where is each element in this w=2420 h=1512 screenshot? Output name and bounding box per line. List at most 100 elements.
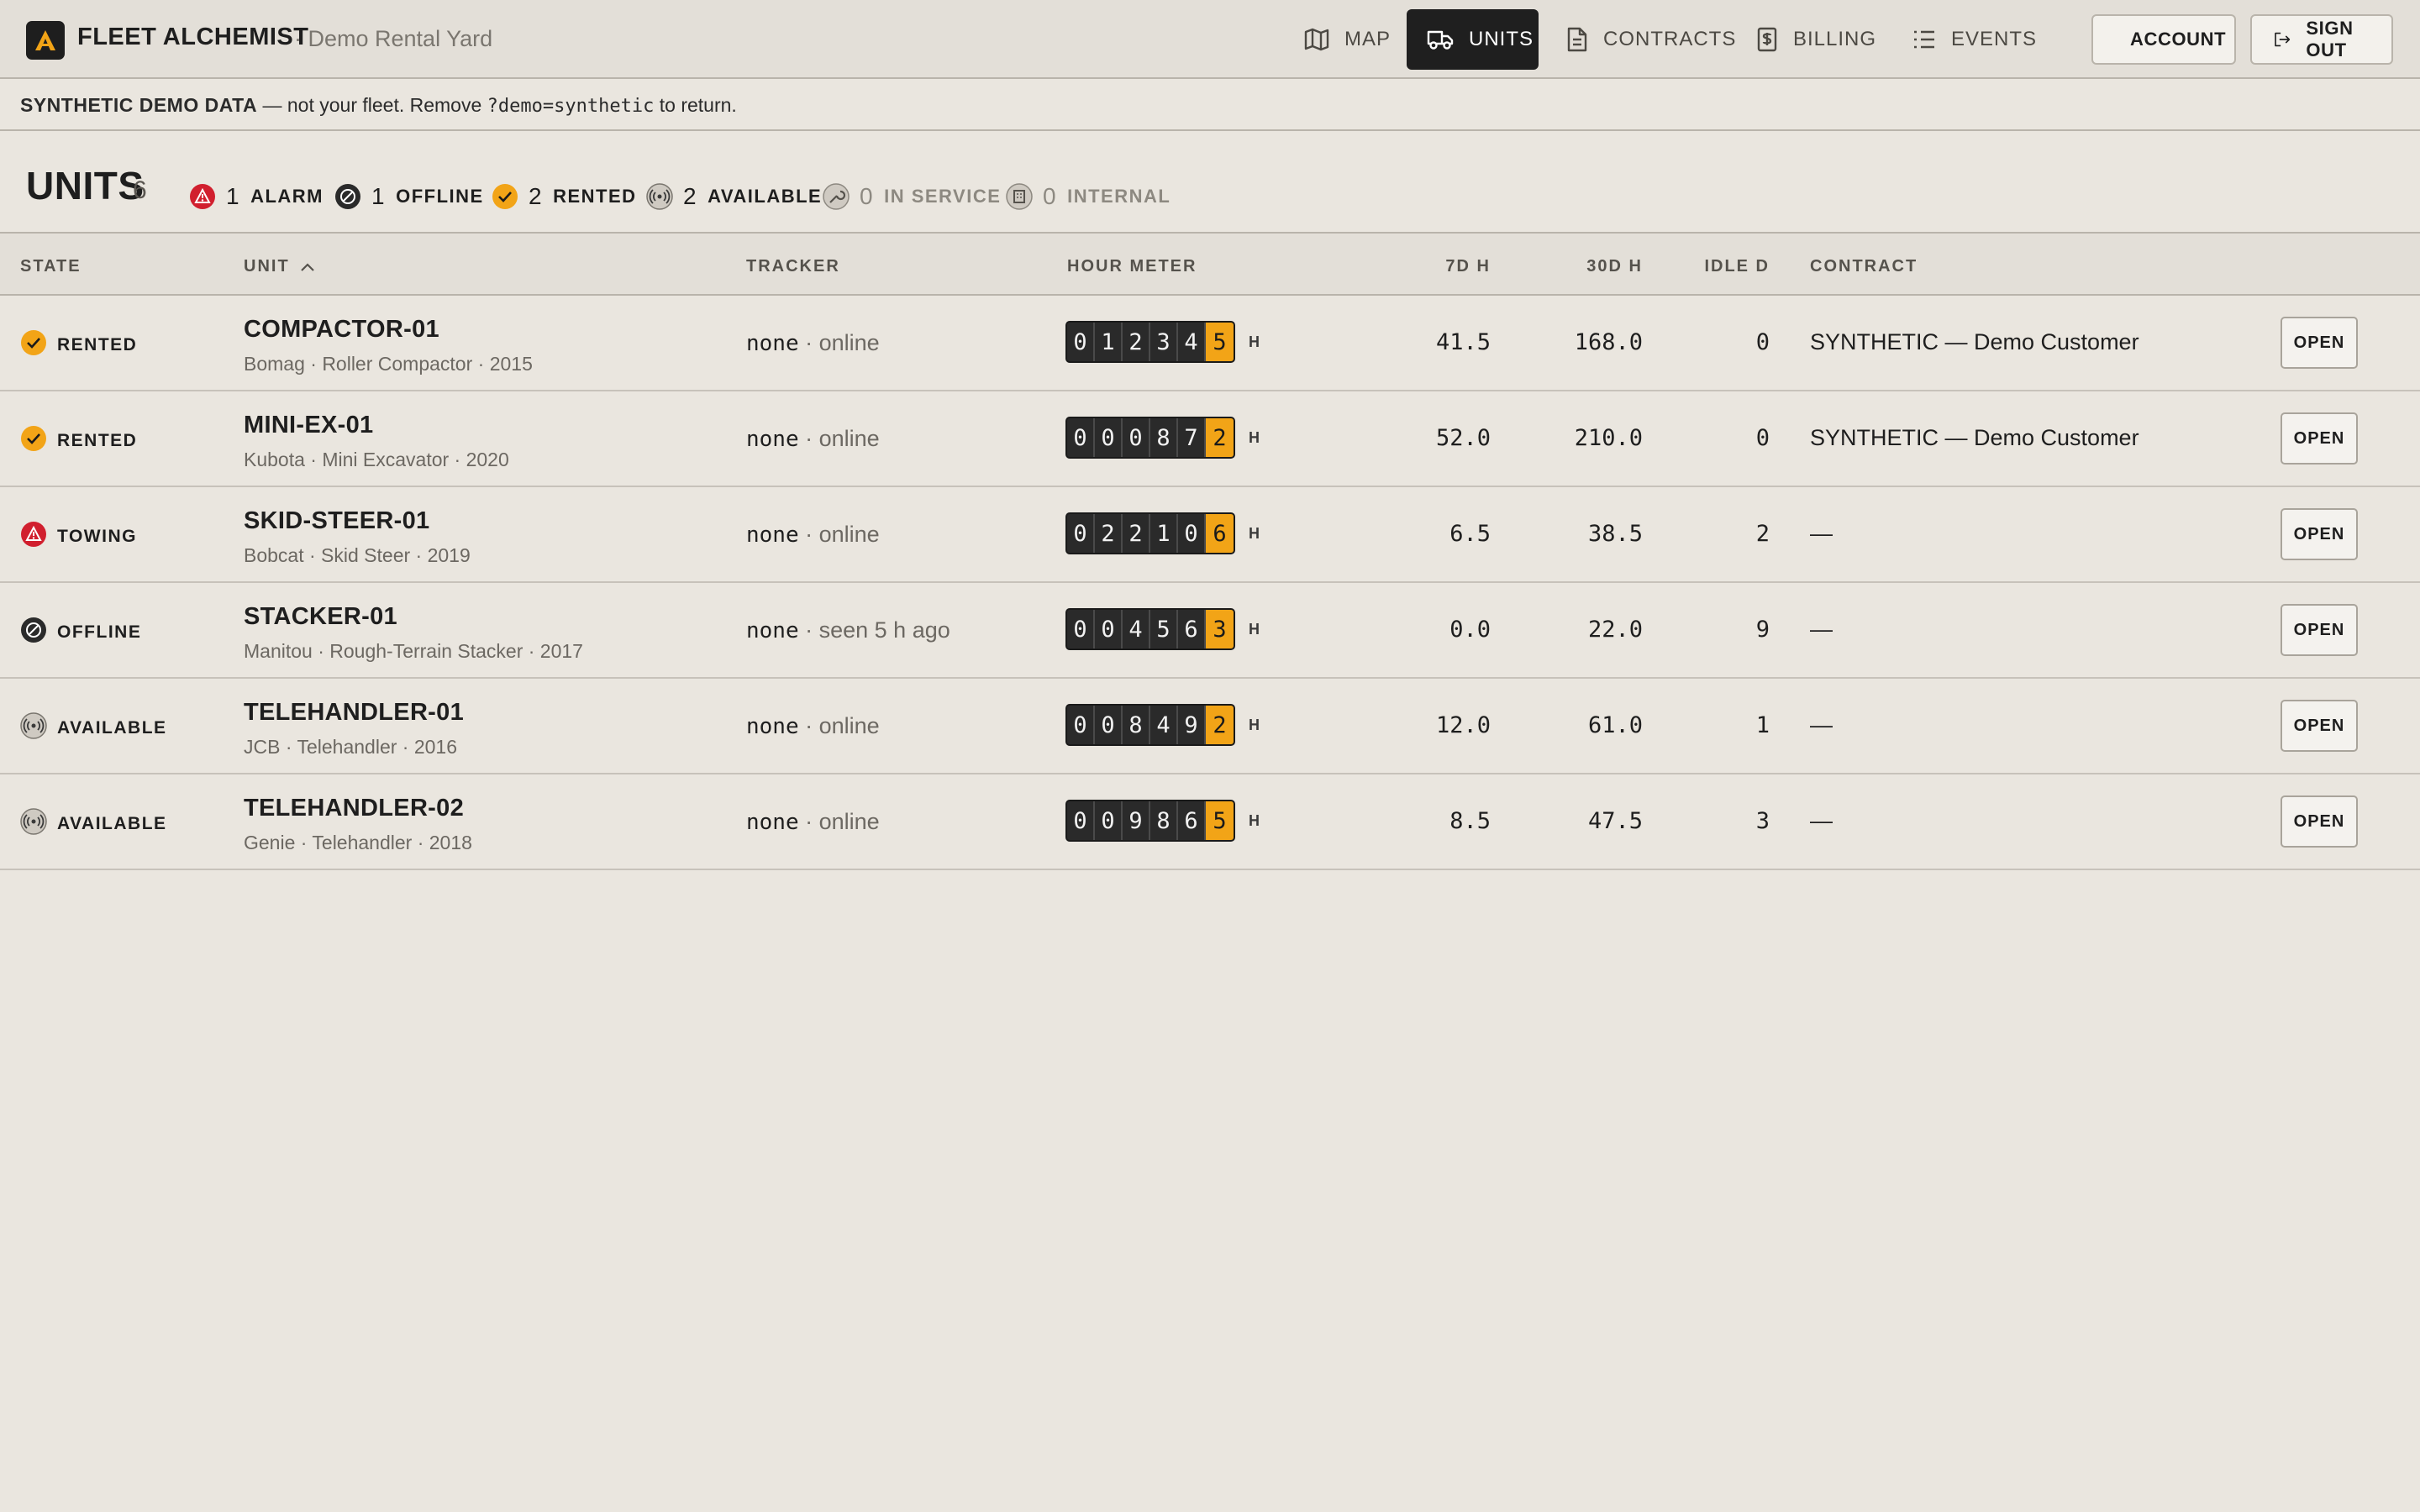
- unit-name[interactable]: MINI-EX-01: [244, 412, 373, 439]
- meter-digit: 1: [1095, 323, 1123, 361]
- chip-internal[interactable]: 0 INTERNAL: [1006, 183, 1171, 210]
- sign-out-icon: [2275, 32, 2291, 47]
- unit-name[interactable]: TELEHANDLER-01: [244, 699, 464, 727]
- meter-digit: 5: [1150, 610, 1178, 648]
- nav-contracts[interactable]: CONTRACTS: [1546, 9, 1756, 70]
- idle-days: 1: [1755, 712, 1770, 738]
- open-button[interactable]: OPEN: [2281, 508, 2358, 560]
- state-cell: OFFLINE: [20, 617, 141, 648]
- tracker-cell: none · online: [746, 713, 880, 739]
- table-row[interactable]: TOWING SKID-STEER-01 Bobcat · Skid Steer…: [0, 487, 2420, 583]
- unit-description: JCB · Telehandler · 2016: [244, 736, 457, 758]
- nav-units[interactable]: UNITS: [1407, 9, 1539, 70]
- check-icon: [492, 184, 518, 209]
- table-row[interactable]: AVAILABLE TELEHANDLER-02 Genie · Telehan…: [0, 774, 2420, 870]
- meter-unit: H: [1249, 811, 1260, 829]
- banner-strong: SYNTHETIC DEMO DATA: [20, 94, 258, 116]
- column-idle-days[interactable]: IDLE D: [1664, 257, 1770, 276]
- chip-alarm[interactable]: 1 ALARM: [189, 183, 324, 210]
- nav-label: MAP: [1344, 28, 1392, 50]
- open-button[interactable]: OPEN: [2281, 412, 2358, 465]
- tracker-name: none: [746, 331, 799, 356]
- column-unit-label: UNIT: [244, 257, 290, 276]
- tracker-status: · online: [798, 522, 880, 547]
- hours-7d: 6.5: [1449, 521, 1491, 547]
- table-row[interactable]: OFFLINE STACKER-01 Manitou · Rough-Terra…: [0, 583, 2420, 679]
- banner-code: ?demo=synthetic: [487, 96, 655, 117]
- chip-rented[interactable]: 2 RENTED: [492, 183, 637, 210]
- offline-icon: [335, 184, 360, 209]
- broadcast-icon: [20, 712, 47, 744]
- meter-digit: 8: [1150, 418, 1178, 457]
- idle-days: 0: [1755, 425, 1770, 451]
- meter-digit: 4: [1150, 706, 1178, 744]
- state-label: OFFLINE: [57, 622, 142, 642]
- table-row[interactable]: RENTED MINI-EX-01 Kubota · Mini Excavato…: [0, 391, 2420, 487]
- hour-meter: 022106H: [1065, 512, 1260, 554]
- hours-7d: 0.0: [1449, 617, 1491, 643]
- table-row[interactable]: RENTED COMPACTOR-01 Bomag · Roller Compa…: [0, 296, 2420, 391]
- check-icon: [20, 329, 47, 361]
- unit-name[interactable]: SKID-STEER-01: [244, 507, 429, 535]
- hour-meter: 000872H: [1065, 417, 1260, 459]
- unit-description: Manitou · Rough-Terrain Stacker · 2017: [244, 640, 583, 662]
- state-cell: RENTED: [20, 329, 137, 361]
- nav-map[interactable]: MAP: [1284, 9, 1411, 70]
- nav-billing[interactable]: BILLING: [1736, 9, 1897, 70]
- sign-out-button[interactable]: SIGN OUT: [2250, 14, 2393, 65]
- meter-digit: 9: [1123, 801, 1150, 840]
- open-button[interactable]: OPEN: [2281, 604, 2358, 656]
- column-unit[interactable]: UNIT: [244, 257, 315, 276]
- column-7d-hours[interactable]: 7D H: [1344, 257, 1491, 276]
- hours-7d: 8.5: [1449, 808, 1491, 834]
- unit-name[interactable]: COMPACTOR-01: [244, 316, 439, 344]
- idle-days: 3: [1755, 808, 1770, 834]
- meter-unit: H: [1249, 333, 1260, 350]
- brand-name[interactable]: FLEET ALCHEMIST: [77, 24, 308, 51]
- wrench-icon: [823, 183, 850, 210]
- map-icon: [1304, 28, 1329, 51]
- contract-name: SYNTHETIC — Demo Customer: [1810, 425, 2139, 450]
- hours-30d: 168.0: [1574, 329, 1643, 355]
- meter-digit: 6: [1178, 801, 1206, 840]
- hour-meter: 012345H: [1065, 321, 1260, 363]
- state-cell: AVAILABLE: [20, 712, 167, 744]
- column-30d-hours[interactable]: 30D H: [1512, 257, 1643, 276]
- nav-events[interactable]: EVENTS: [1892, 9, 2057, 70]
- meter-digits: 004563: [1065, 608, 1235, 650]
- tracker-cell: none · online: [746, 522, 880, 548]
- tracker-name: none: [746, 714, 799, 739]
- contract-name: SYNTHETIC — Demo Customer: [1810, 329, 2139, 354]
- chip-offline[interactable]: 1 OFFLINE: [334, 183, 484, 210]
- meter-digit: 4: [1178, 323, 1206, 361]
- chip-count: 2: [529, 183, 544, 209]
- tracker-status: · online: [798, 330, 880, 355]
- chip-in-service[interactable]: 0 IN SERVICE: [823, 183, 1001, 210]
- column-contract[interactable]: CONTRACT: [1810, 257, 1918, 276]
- chip-count: 1: [371, 183, 387, 209]
- column-state[interactable]: STATE: [20, 257, 82, 276]
- open-button[interactable]: OPEN: [2281, 700, 2358, 752]
- table-row[interactable]: AVAILABLE TELEHANDLER-01 JCB · Telehandl…: [0, 679, 2420, 774]
- sign-out-label: SIGN OUT: [2306, 18, 2354, 60]
- open-button[interactable]: OPEN: [2281, 795, 2358, 848]
- unit-name[interactable]: TELEHANDLER-02: [244, 795, 464, 822]
- chip-available[interactable]: 2 AVAILABLE: [646, 183, 822, 210]
- meter-digit: 0: [1067, 514, 1095, 553]
- meter-digit: 0: [1067, 323, 1095, 361]
- column-tracker[interactable]: TRACKER: [746, 257, 840, 276]
- logo-icon[interactable]: [26, 21, 65, 60]
- meter-digit: 2: [1206, 706, 1234, 744]
- open-button[interactable]: OPEN: [2281, 317, 2358, 369]
- meter-digit: 0: [1095, 706, 1123, 744]
- account-button[interactable]: ACCOUNT: [2091, 14, 2236, 65]
- contract-name: —: [1810, 521, 1833, 546]
- tracker-status: · seen 5 h ago: [798, 617, 950, 643]
- meter-digit: 0: [1095, 418, 1123, 457]
- nav-label: EVENTS: [1951, 28, 2038, 50]
- chip-label: ALARM: [250, 186, 324, 207]
- hours-30d: 210.0: [1574, 425, 1643, 451]
- column-hour-meter[interactable]: HOUR METER: [1067, 257, 1197, 276]
- unit-description: Bomag · Roller Compactor · 2015: [244, 353, 533, 375]
- unit-name[interactable]: STACKER-01: [244, 603, 397, 631]
